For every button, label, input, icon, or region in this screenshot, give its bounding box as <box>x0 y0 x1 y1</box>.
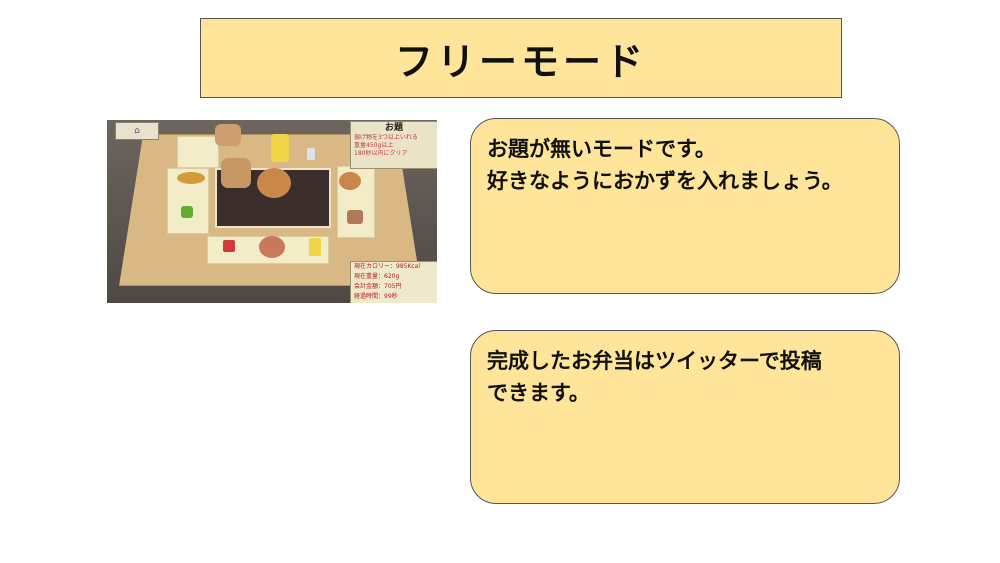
ingredient-tray <box>177 136 219 168</box>
food-item[interactable] <box>307 148 315 160</box>
food-item[interactable] <box>257 168 291 198</box>
task-item: 揚げ物を3つ以上いれる <box>354 134 418 141</box>
task-panel-title: お題 <box>384 123 403 133</box>
stat-weight: 現在重量：620g <box>354 273 400 280</box>
task-panel: お題 揚げ物を3つ以上いれる 重量450g以上 180秒以内にクリア <box>350 121 437 169</box>
food-item[interactable] <box>215 124 241 146</box>
task-item: 180秒以内にクリア <box>354 150 408 157</box>
food-item[interactable] <box>223 240 235 252</box>
stat-calorie: 現在カロリー：985Kcal <box>354 263 421 270</box>
description-line: お題が無いモードです。 <box>487 137 716 161</box>
food-item[interactable] <box>181 206 193 218</box>
description-card: お題が無いモードです。 好きなようにおかずを入れましょう。 <box>470 118 900 294</box>
page-title: フリーモード <box>394 39 647 84</box>
description-line: 好きなようにおかずを入れましょう。 <box>487 169 843 193</box>
task-item: 重量450g以上 <box>354 142 394 149</box>
food-item[interactable] <box>347 210 363 224</box>
share-line: できます。 <box>487 381 590 405</box>
food-item[interactable] <box>309 238 321 256</box>
stat-price: 会計金額：705円 <box>354 283 402 290</box>
food-item[interactable] <box>339 172 361 190</box>
share-line: 完成したお弁当はツイッターで投稿 <box>487 349 822 373</box>
food-item[interactable] <box>221 158 251 188</box>
stats-panel: 現在カロリー：985Kcal 現在重量：620g 会計金額：705円 経過時間：… <box>350 261 437 303</box>
food-item[interactable] <box>271 134 289 162</box>
food-item[interactable] <box>259 236 285 258</box>
food-item[interactable] <box>177 172 205 184</box>
game-screenshot: ⌂ お題 揚げ物を3つ以上いれる 重量450g以上 180秒以内にクリア 現在カ… <box>107 120 437 303</box>
share-card: 完成したお弁当はツイッターで投稿 できます。 <box>470 330 900 504</box>
title-banner: フリーモード <box>200 18 842 98</box>
home-button[interactable]: ⌂ <box>115 122 159 140</box>
stat-time: 経過時間：99秒 <box>354 293 398 300</box>
